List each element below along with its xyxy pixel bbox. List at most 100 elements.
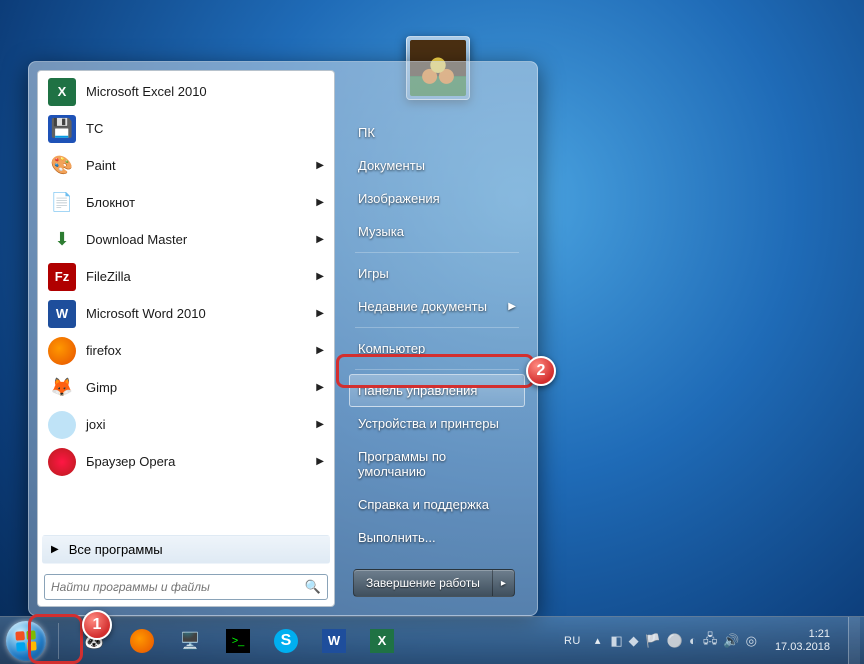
right-item-label: Документы bbox=[358, 158, 425, 173]
right-item-default-programs[interactable]: Программы по умолчанию bbox=[349, 440, 525, 488]
tray-app-icon[interactable]: ◐ bbox=[689, 633, 697, 648]
all-programs-button[interactable]: ▶ Все программы bbox=[42, 535, 330, 564]
monitor-icon: 🖥️ bbox=[180, 631, 200, 651]
opera-icon bbox=[48, 448, 76, 476]
submenu-arrow-icon: ▶ bbox=[316, 456, 324, 467]
firefox-icon bbox=[48, 337, 76, 365]
program-item-notepad[interactable]: 📄 Блокнот ▶ bbox=[38, 184, 334, 221]
submenu-arrow-icon: ▶ bbox=[316, 271, 324, 282]
start-menu-left-pane: X Microsoft Excel 2010 💾 TC 🎨 Paint ▶ 📄 … bbox=[37, 70, 335, 607]
start-button[interactable] bbox=[0, 617, 52, 664]
program-item-dm[interactable]: ⬇ Download Master ▶ bbox=[38, 221, 334, 258]
search-input[interactable] bbox=[51, 580, 299, 594]
program-label: firefox bbox=[86, 343, 121, 358]
gimp-icon: 🦊 bbox=[48, 374, 76, 402]
program-item-firefox[interactable]: firefox ▶ bbox=[38, 332, 334, 369]
word-icon: W bbox=[48, 300, 76, 328]
right-item-documents[interactable]: Документы bbox=[349, 149, 525, 182]
tray-app-icon[interactable]: ◧ bbox=[610, 633, 622, 649]
right-item-help[interactable]: Справка и поддержка bbox=[349, 488, 525, 521]
submenu-arrow-icon: ▶ bbox=[316, 308, 324, 319]
program-list: X Microsoft Excel 2010 💾 TC 🎨 Paint ▶ 📄 … bbox=[38, 71, 334, 531]
filezilla-icon: Fz bbox=[48, 263, 76, 291]
firefox-icon bbox=[130, 629, 154, 653]
right-item-label: Компьютер bbox=[358, 341, 425, 356]
taskbar-clock[interactable]: 1:21 17.03.2018 bbox=[767, 628, 838, 653]
tray-network-icon[interactable]: 🖧 bbox=[703, 630, 718, 652]
annotation-badge-2: 2 bbox=[526, 356, 556, 386]
notepad-icon: 📄 bbox=[48, 189, 76, 217]
taskbar-item-cmd[interactable]: >_ bbox=[215, 621, 261, 661]
program-label: Блокнот bbox=[86, 195, 135, 210]
skype-icon: S bbox=[274, 629, 298, 653]
right-item-user[interactable]: ПК bbox=[349, 116, 525, 149]
shutdown-options-arrow[interactable]: ▸ bbox=[492, 570, 514, 596]
tray-app-icon[interactable]: ◎ bbox=[746, 633, 757, 649]
program-item-tc[interactable]: 💾 TC bbox=[38, 110, 334, 147]
tray-volume-icon[interactable]: 🔊 bbox=[723, 633, 739, 649]
separator bbox=[355, 252, 519, 253]
program-label: Paint bbox=[86, 158, 116, 173]
program-label: FileZilla bbox=[86, 269, 131, 284]
right-item-games[interactable]: Игры bbox=[349, 257, 525, 290]
shutdown-label[interactable]: Завершение работы bbox=[354, 570, 492, 596]
search-box[interactable]: 🔍 bbox=[44, 574, 328, 600]
tray-chevron-icon[interactable]: ▴ bbox=[595, 634, 601, 647]
submenu-arrow-icon: ▶ bbox=[316, 234, 324, 245]
program-item-opera[interactable]: Браузер Opera ▶ bbox=[38, 443, 334, 480]
right-item-label: Музыка bbox=[358, 224, 404, 239]
taskbar-item-firefox[interactable] bbox=[119, 621, 165, 661]
right-item-label: Панель управления bbox=[358, 383, 477, 398]
show-desktop-button[interactable] bbox=[848, 617, 860, 664]
program-item-paint[interactable]: 🎨 Paint ▶ bbox=[38, 147, 334, 184]
right-item-control-panel[interactable]: Панель управления bbox=[349, 374, 525, 407]
right-item-label: Изображения bbox=[358, 191, 440, 206]
submenu-arrow-icon: ▶ bbox=[316, 382, 324, 393]
tray-app-icon[interactable]: ◆ bbox=[629, 633, 639, 649]
right-item-pictures[interactable]: Изображения bbox=[349, 182, 525, 215]
submenu-arrow-icon: ▶ bbox=[316, 160, 324, 171]
taskbar-item-system[interactable]: 🖥️ bbox=[167, 621, 213, 661]
program-item-word[interactable]: W Microsoft Word 2010 ▶ bbox=[38, 295, 334, 332]
program-item-excel[interactable]: X Microsoft Excel 2010 bbox=[38, 73, 334, 110]
tc-icon: 💾 bbox=[48, 115, 76, 143]
program-label: Gimp bbox=[86, 380, 117, 395]
search-icon: 🔍 bbox=[305, 579, 321, 595]
tray-icons: ◧ ◆ 🏳️ ⚪ ◐ 🖧 🔊 ◎ bbox=[610, 630, 757, 652]
submenu-arrow-icon: ▶ bbox=[508, 301, 516, 312]
right-item-label: Игры bbox=[358, 266, 389, 281]
start-menu-right-pane: ПК Документы Изображения Музыка Игры Нед… bbox=[335, 70, 529, 607]
right-item-music[interactable]: Музыка bbox=[349, 215, 525, 248]
program-label: Download Master bbox=[86, 232, 187, 247]
right-item-label: Программы по умолчанию bbox=[358, 449, 516, 479]
program-item-joxi[interactable]: joxi ▶ bbox=[38, 406, 334, 443]
all-programs-label: Все программы bbox=[69, 542, 163, 557]
submenu-arrow-icon: ▶ bbox=[316, 419, 324, 430]
language-indicator[interactable]: RU bbox=[560, 633, 585, 649]
shutdown-row: Завершение работы ▸ bbox=[349, 569, 525, 599]
desktop: X Microsoft Excel 2010 💾 TC 🎨 Paint ▶ 📄 … bbox=[0, 0, 864, 664]
cmd-icon: >_ bbox=[226, 629, 250, 653]
shutdown-button[interactable]: Завершение работы ▸ bbox=[353, 569, 515, 597]
right-item-label: Недавние документы bbox=[358, 299, 487, 314]
right-item-label: Устройства и принтеры bbox=[358, 416, 499, 431]
taskbar-item-word[interactable]: W bbox=[311, 621, 357, 661]
taskbar-item-excel[interactable]: X bbox=[359, 621, 405, 661]
program-item-gimp[interactable]: 🦊 Gimp ▶ bbox=[38, 369, 334, 406]
spacer bbox=[349, 78, 525, 116]
clock-time: 1:21 bbox=[775, 628, 830, 641]
right-item-devices[interactable]: Устройства и принтеры bbox=[349, 407, 525, 440]
right-item-computer[interactable]: Компьютер bbox=[349, 332, 525, 365]
right-item-label: Выполнить... bbox=[358, 530, 436, 545]
tray-shield-icon[interactable]: ⚪ bbox=[667, 633, 683, 649]
clock-date: 17.03.2018 bbox=[775, 641, 830, 654]
start-menu: X Microsoft Excel 2010 💾 TC 🎨 Paint ▶ 📄 … bbox=[28, 61, 538, 616]
program-label: Microsoft Word 2010 bbox=[86, 306, 206, 321]
submenu-arrow-icon: ▶ bbox=[316, 197, 324, 208]
right-item-recent[interactable]: Недавние документы ▶ bbox=[349, 290, 525, 323]
tray-flag-icon[interactable]: 🏳️ bbox=[645, 633, 661, 649]
right-item-run[interactable]: Выполнить... bbox=[349, 521, 525, 554]
word-icon: W bbox=[322, 629, 346, 653]
taskbar-item-skype[interactable]: S bbox=[263, 621, 309, 661]
program-item-filezilla[interactable]: Fz FileZilla ▶ bbox=[38, 258, 334, 295]
